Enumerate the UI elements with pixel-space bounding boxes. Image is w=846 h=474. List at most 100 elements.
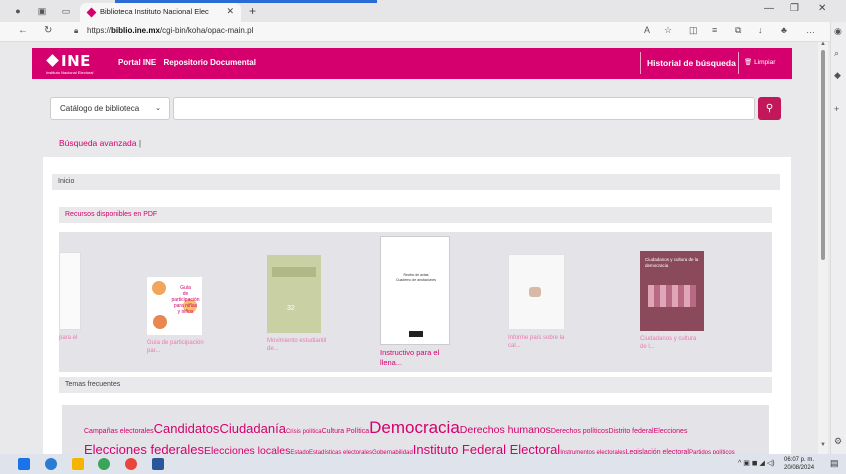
sidebar-add-icon[interactable]: + (834, 104, 839, 114)
sidebar-search-icon[interactable]: ⌕ (834, 48, 839, 59)
pdf-carousel[interactable]: para el Guía de participación para niñas… (59, 232, 772, 372)
header-nav: Portal INE Repositorio Documental (118, 58, 261, 67)
more-options-icon[interactable]: … (806, 25, 815, 35)
child-face-icon (152, 281, 166, 295)
browser-tab[interactable]: Biblioteca Instituto Nacional Elec ✕ (80, 3, 241, 22)
book-item[interactable]: 32 Movimiento estudiantil de... (267, 255, 337, 372)
tag-link[interactable]: Elecciones (654, 428, 688, 435)
collections-icon[interactable]: ⧉ (735, 25, 741, 36)
ine-logo-diamond-icon (46, 54, 59, 67)
tag-link[interactable]: Ciudadanía (219, 421, 286, 436)
tag-link[interactable]: Cultura Política (322, 428, 369, 435)
book-item[interactable]: Recibo de actas Cuaderno de anotaciones … (380, 236, 460, 372)
search-scope-select[interactable]: Catálogo de biblioteca ⌄ (50, 97, 170, 120)
tag-link[interactable]: Crisis política (286, 429, 322, 435)
tag-link[interactable]: Elecciones federales (84, 442, 204, 454)
search-bar: Catálogo de biblioteca ⌄ ⚲ (50, 97, 781, 120)
lock-icon[interactable]: 🔒︎ (74, 26, 78, 36)
book-cover-graphic-icon (648, 285, 696, 307)
ine-logo[interactable]: INE (61, 52, 91, 70)
advanced-separator: | (138, 138, 142, 148)
tag-link[interactable]: Campañas electorales (84, 428, 154, 435)
breadcrumb[interactable]: Inicio (52, 174, 780, 190)
book-cover-number: 32 (287, 305, 295, 312)
minimize-icon[interactable]: — (764, 3, 774, 14)
search-input[interactable] (173, 97, 755, 120)
notifications-icon[interactable]: ▤ (830, 458, 839, 469)
site-header: INE Instituto Nacional Electoral Portal … (32, 48, 792, 79)
book-item[interactable]: Guía de participación para niñas y niños… (147, 277, 217, 372)
trash-icon: 🗑︎ (744, 59, 753, 66)
book-cover-band (272, 267, 316, 277)
tag-link[interactable]: Distrito federal (608, 428, 653, 435)
ine-logo-subtitle: Instituto Nacional Electoral (46, 70, 94, 75)
book-caption[interactable]: Instructivo para el llena... (380, 348, 460, 368)
window-close-icon[interactable]: ✕ (818, 3, 826, 14)
scroll-up-icon[interactable]: ▲ (820, 41, 826, 47)
url-path: /cgi-bin/koha/opac-main.pl (159, 26, 254, 35)
chevron-down-icon: ⌄ (155, 105, 161, 112)
url-host: biblio.ine.mx (111, 26, 160, 35)
word-icon[interactable] (152, 458, 164, 470)
split-screen-icon[interactable]: ◫ (689, 25, 698, 36)
advanced-search-link[interactable]: Búsqueda avanzada (59, 138, 137, 148)
tag-link[interactable]: Elecciones locales (204, 445, 290, 454)
restore-icon[interactable]: ❐ (790, 3, 799, 14)
read-aloud-icon[interactable]: A (644, 25, 650, 35)
chrome-icon[interactable] (125, 458, 137, 470)
tag-link[interactable]: Instituto Federal Electoral (413, 442, 560, 454)
book-caption[interactable]: Guía de participación par... (147, 339, 217, 355)
book-caption[interactable]: Ciudadanos y cultura de l... (640, 335, 700, 351)
search-history-link[interactable]: Historial de búsqueda (640, 52, 736, 74)
favorite-star-icon[interactable]: ☆ (664, 25, 672, 36)
copilot-icon[interactable]: ◉ (834, 26, 842, 37)
book-caption[interactable]: para el (59, 334, 99, 342)
windows-start-icon[interactable] (18, 458, 30, 470)
search-scope-value: Catálogo de biblioteca (60, 104, 140, 113)
new-tab-icon[interactable]: + (249, 4, 256, 18)
nav-repositorio[interactable]: Repositorio Documental (163, 58, 255, 67)
clear-history-link[interactable]: 🗑︎ Limpiar (738, 52, 775, 74)
tab-title: Biblioteca Instituto Nacional Elec (100, 7, 209, 16)
page-scrollbar[interactable]: ▲ ▼ (818, 41, 828, 454)
book-item[interactable]: para el (59, 252, 119, 352)
book-item[interactable]: Ciudadanos y cultura de la democracia Ci… (640, 251, 720, 372)
url-field[interactable]: https://biblio.ine.mx/cgi-bin/koha/opac-… (87, 26, 253, 35)
file-explorer-icon[interactable] (72, 458, 84, 470)
nav-portal-ine[interactable]: Portal INE (118, 58, 156, 67)
book-cover-title: Guía de participación para niñas y niños (171, 285, 200, 315)
refresh-icon[interactable]: ↻ (44, 25, 52, 36)
tab-close-icon[interactable]: ✕ (226, 6, 234, 17)
clear-label: Limpiar (754, 59, 776, 66)
book-caption[interactable]: Informe país sobre la cal... (508, 334, 578, 350)
ine-logo-small-icon (409, 331, 423, 337)
downloads-icon[interactable]: ↓ (758, 25, 763, 35)
tag-link[interactable]: Democracia (369, 418, 460, 437)
tag-link[interactable]: Derechos humanos (460, 424, 551, 436)
favorites-icon[interactable]: ≡ (712, 25, 717, 35)
tab-actions-icon[interactable]: ▭ (60, 5, 72, 17)
system-tray[interactable]: ^ ▣ ◼ ◢ ◁) (738, 459, 775, 467)
sidebar-settings-icon[interactable]: ⚙ (834, 436, 842, 447)
sidebar-tools-icon[interactable]: ◆ (834, 70, 841, 81)
book-caption[interactable]: Movimiento estudiantil de... (267, 337, 337, 353)
book-item[interactable]: Informe país sobre la cal... (508, 254, 578, 372)
taskbar-clock[interactable]: 06:07 p. m. 20/08/2024 (784, 456, 814, 472)
app-icon[interactable] (98, 458, 110, 470)
workspaces-icon[interactable]: ▣ (36, 5, 48, 17)
frequent-topics-title: Temas frecuentes (59, 377, 772, 393)
extensions-icon[interactable]: ♣ (781, 25, 787, 35)
scroll-down-icon[interactable]: ▼ (820, 442, 826, 448)
search-icon: ⚲ (765, 103, 774, 114)
tag-line: Campañas electoralesCandidatosCiudadanía… (84, 419, 764, 441)
browser-titlebar: ● ▣ ▭ Biblioteca Instituto Nacional Elec… (0, 0, 846, 22)
back-icon[interactable]: ← (18, 25, 28, 36)
search-button[interactable]: ⚲ (758, 97, 781, 120)
browser-sidebar: ◉ ⌕ ◆ + ⚙ (830, 22, 846, 454)
tag-link[interactable]: Candidatos (154, 421, 220, 436)
scrollbar-thumb[interactable] (821, 50, 825, 260)
tag-link[interactable]: Derechos políticos (551, 428, 609, 435)
book-cover-graphic-icon (529, 287, 541, 297)
profile-icon[interactable]: ● (12, 5, 24, 17)
edge-app-icon[interactable] (45, 458, 57, 470)
